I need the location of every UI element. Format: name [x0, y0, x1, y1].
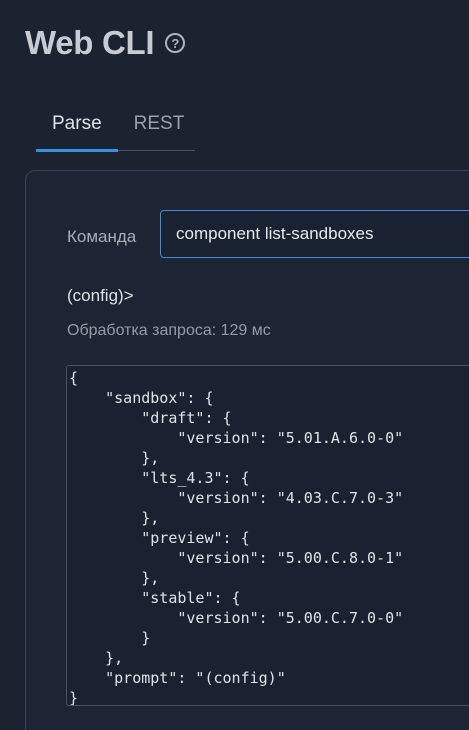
page-title: Web CLI [25, 24, 155, 61]
json-output-box[interactable]: { "sandbox": { "draft": { "version": "5.… [66, 365, 469, 706]
prompt-text: (config)> [67, 286, 134, 305]
parse-panel: Команда (config)> Обработка запроса: 129… [25, 170, 469, 730]
json-output: { "sandbox": { "draft": { "version": "5.… [69, 369, 404, 706]
tab-parse[interactable]: Parse [36, 104, 118, 152]
tab-bar: Parse REST [36, 104, 195, 152]
command-label: Команда [67, 227, 137, 246]
title-row: Web CLI ? [25, 24, 186, 62]
tab-rest[interactable]: REST [118, 104, 201, 150]
command-input[interactable] [160, 210, 469, 258]
request-timing: Обработка запроса: 129 мс [67, 322, 271, 339]
help-circle-icon[interactable]: ? [165, 33, 186, 53]
web-cli-page: Web CLI ? Parse REST Команда (config)> О… [0, 0, 469, 730]
